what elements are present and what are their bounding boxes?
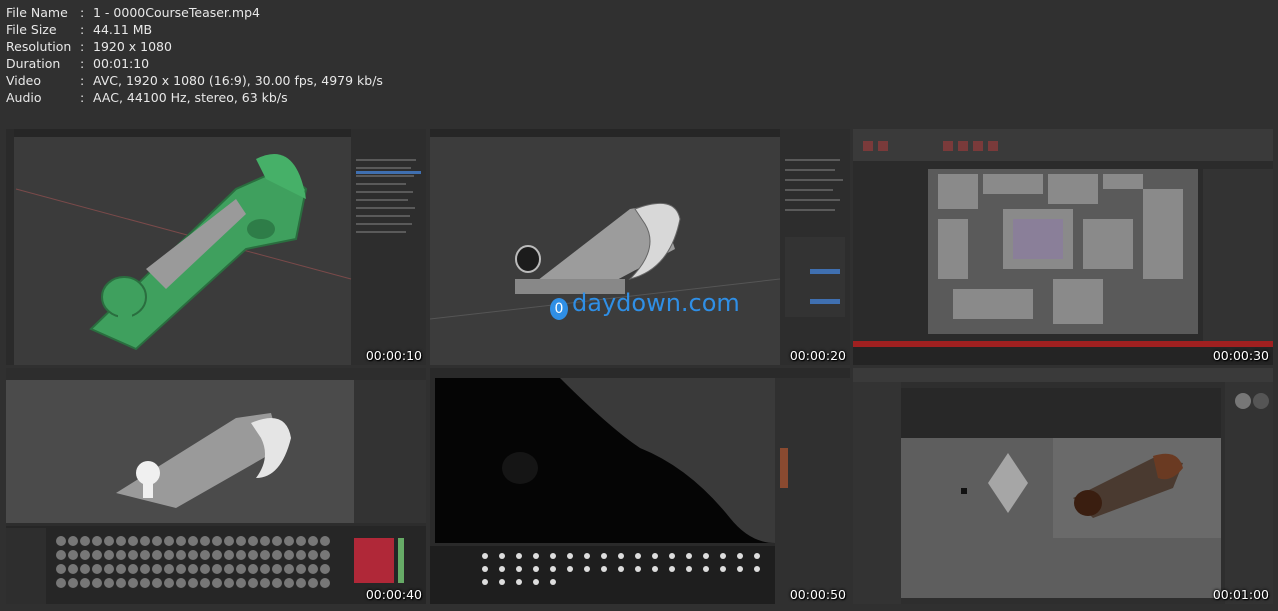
uv-layout-scene bbox=[853, 129, 1273, 365]
video-thumbnail[interactable]: 0 daydown.com 00:00:20 bbox=[430, 129, 850, 365]
photo-reference-scene bbox=[853, 368, 1273, 604]
video-thumbnail[interactable]: 00:00:40 bbox=[6, 368, 426, 604]
chrome-plane-scene bbox=[430, 129, 850, 365]
file-info-row: Video: AVC, 1920 x 1080 (16:9), 30.00 fps… bbox=[6, 73, 383, 88]
timestamp: 00:00:30 bbox=[1212, 348, 1269, 363]
file-info-row: Resolution:1920 x 1080 bbox=[6, 39, 172, 54]
file-info-row: Audio: AAC, 44100 Hz, stereo, 63 kb/s bbox=[6, 90, 288, 105]
timestamp: 00:00:40 bbox=[365, 587, 422, 602]
video-thumbnail[interactable]: 00:00:50 bbox=[430, 368, 850, 604]
timestamp: 00:00:10 bbox=[365, 348, 422, 363]
file-info-panel: File Name:1 - 0000CourseTeaser.mp4 File … bbox=[6, 4, 383, 106]
material-library-scene bbox=[6, 368, 426, 604]
timestamp: 00:01:00 bbox=[1212, 587, 1269, 602]
watermark: 0 daydown.com bbox=[550, 289, 740, 320]
file-info-row: File Name:1 - 0000CourseTeaser.mp4 bbox=[6, 5, 260, 20]
timestamp: 00:00:20 bbox=[789, 348, 846, 363]
dark-silhouette-scene bbox=[430, 368, 850, 604]
video-thumbnail[interactable]: 00:01:00 bbox=[853, 368, 1273, 604]
video-thumbnail[interactable]: 00:00:30 bbox=[853, 129, 1273, 365]
timestamp: 00:00:50 bbox=[789, 587, 846, 602]
watermark-drop-icon: 0 bbox=[550, 298, 568, 320]
green-plane-scene bbox=[6, 129, 426, 365]
file-info-row: File Size:44.11 MB bbox=[6, 22, 153, 37]
file-info-row: Duration:00:01:10 bbox=[6, 56, 150, 71]
video-thumbnail[interactable]: 00:00:10 bbox=[6, 129, 426, 365]
